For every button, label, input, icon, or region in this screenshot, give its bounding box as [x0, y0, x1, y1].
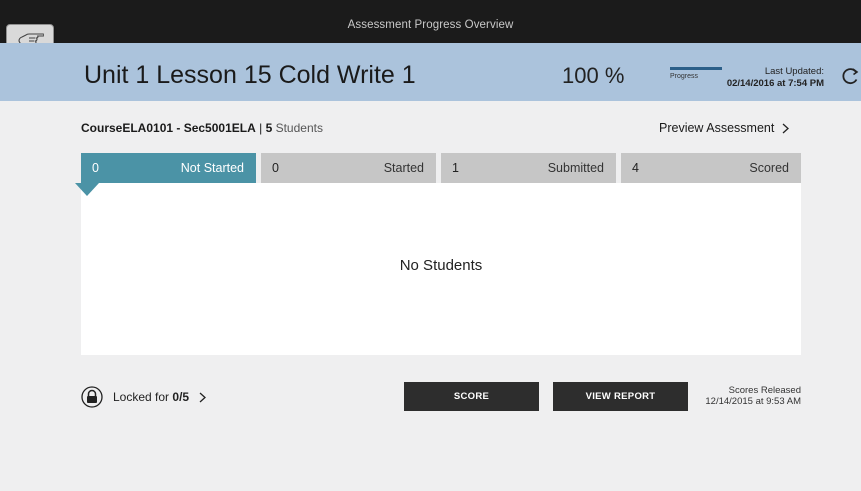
preview-assessment-label: Preview Assessment: [659, 121, 775, 135]
tab-submitted[interactable]: 1 Submitted: [441, 153, 616, 183]
progress-fill: [670, 67, 722, 70]
course-info: CourseELA0101 - Sec5001ELA | 5 Students: [81, 121, 323, 135]
top-bar: Assessment Progress Overview: [0, 0, 861, 43]
scores-released: Scores Released 12/14/2015 at 9:53 AM: [705, 385, 801, 407]
assessment-header: Unit 1 Lesson 15 Cold Write 1 100 % Prog…: [0, 43, 861, 101]
tab-count: 1: [452, 161, 459, 175]
preview-assessment-link[interactable]: Preview Assessment: [659, 121, 790, 135]
active-tab-pointer: [75, 183, 99, 196]
last-updated-label: Last Updated:: [764, 66, 824, 77]
chevron-right-icon: [782, 123, 790, 133]
student-list-panel: No Students: [81, 183, 801, 355]
tab-started[interactable]: 0 Started: [261, 153, 436, 183]
view-report-button[interactable]: VIEW REPORT: [553, 382, 688, 411]
last-updated-time: 02/14/2016 at 7:54 PM: [726, 78, 824, 89]
refresh-icon[interactable]: [841, 67, 859, 85]
chevron-right-icon: [199, 392, 207, 402]
tab-label: Submitted: [547, 161, 604, 175]
padlock-icon: [81, 386, 103, 408]
tab-label: Started: [383, 161, 424, 175]
course-name: CourseELA0101 - Sec5001ELA: [81, 121, 256, 135]
scores-released-label: Scores Released: [728, 385, 801, 396]
progress-percent: 100 %: [562, 63, 625, 88]
tab-label: Scored: [749, 161, 789, 175]
lock-value: 0/5: [172, 390, 190, 404]
tab-count: 0: [272, 161, 279, 175]
lock-prefix: Locked for: [113, 390, 170, 404]
score-button[interactable]: SCORE: [404, 382, 539, 411]
empty-message: No Students: [399, 257, 483, 274]
tab-scored[interactable]: 4 Scored: [621, 153, 801, 183]
progress-label: Progress: [670, 73, 699, 80]
last-updated: Last Updated: 02/14/2016 at 7:54 PM: [727, 66, 824, 90]
lesson-title: Unit 1 Lesson 15 Cold Write 1: [84, 61, 416, 89]
course-separator: |: [259, 121, 263, 135]
tab-label: Not Started: [180, 161, 244, 175]
tab-not-started[interactable]: 0 Not Started: [81, 153, 256, 183]
progress-indicator: Progress: [670, 67, 722, 80]
status-tabs: 0 Not Started 0 Started 1 Submitted 4 Sc…: [81, 153, 801, 183]
tab-count: 0: [92, 161, 99, 175]
main-content: CourseELA0101 - Sec5001ELA | 5 Students …: [0, 101, 861, 491]
progress-track: [670, 67, 722, 70]
window-title: Assessment Progress Overview: [347, 19, 514, 31]
scores-released-time: 12/14/2015 at 9:53 AM: [705, 396, 801, 407]
tab-count: 4: [632, 161, 639, 175]
student-count-label: Students: [275, 121, 323, 135]
lock-status-link[interactable]: Locked for 0/5: [81, 386, 207, 408]
student-count: 5: [265, 121, 273, 135]
